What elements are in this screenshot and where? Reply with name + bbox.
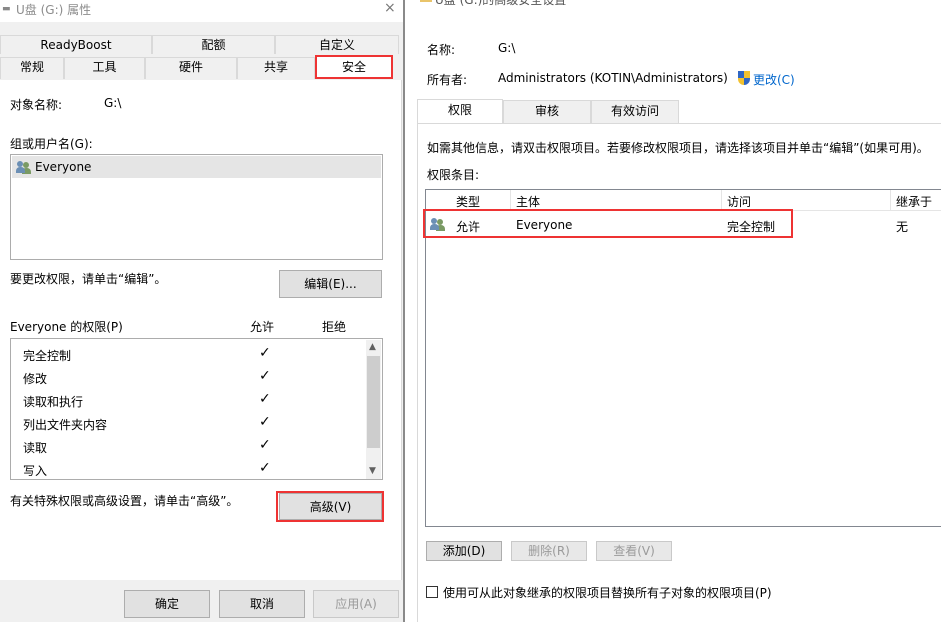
view-button[interactable]: 查看(V): [596, 541, 672, 561]
edit-button[interactable]: 编辑(E)...: [279, 270, 382, 298]
uac-shield-icon: [738, 71, 750, 85]
permission-entries-list[interactable]: 类型 主体 访问 继承于 允许 Everyone 完全控制 无: [425, 189, 941, 527]
permission-row: 读取 ✓: [23, 435, 363, 458]
permission-row: 完全控制 ✓: [23, 343, 363, 366]
allow-check-icon: ✓: [259, 368, 271, 384]
object-name-label: 对象名称:: [10, 98, 63, 112]
permission-name: 读取: [23, 441, 48, 455]
scroll-down-icon[interactable]: ▼: [369, 466, 376, 476]
properties-title-bar: ▬ U盘 (G:) 属性 ×: [0, 0, 403, 22]
tab-auditing[interactable]: 审核: [503, 100, 591, 123]
allow-check-icon: ✓: [259, 414, 271, 430]
column-type[interactable]: 类型: [456, 193, 480, 210]
column-separator: [721, 190, 722, 211]
owner-label: 所有者:: [427, 73, 468, 87]
scroll-thumb[interactable]: [367, 356, 380, 448]
tab-general[interactable]: 常规: [0, 57, 64, 79]
permissions-list: 完全控制 ✓ 修改 ✓ 读取和执行 ✓ 列出文件夹内容 ✓ 读取 ✓ 写入 ✓: [10, 338, 383, 480]
permission-name: 完全控制: [23, 349, 72, 363]
tab-customize[interactable]: 自定义: [275, 35, 399, 54]
object-name-value: G:\: [104, 96, 122, 110]
tab-row-top: ReadyBoost 配额 自定义: [0, 35, 399, 54]
tab-quota[interactable]: 配额: [152, 35, 275, 54]
tab-row-bottom: 常规 工具 硬件 共享 安全: [0, 55, 393, 79]
deny-header: 拒绝: [322, 320, 347, 334]
allow-check-icon: ✓: [259, 391, 271, 407]
replace-checkbox[interactable]: [426, 586, 438, 598]
allow-header: 允许: [250, 320, 275, 334]
ok-button[interactable]: 确定: [124, 590, 210, 618]
permission-name: 列出文件夹内容: [23, 418, 108, 432]
tab-readyboost[interactable]: ReadyBoost: [0, 35, 152, 54]
group-item-everyone[interactable]: Everyone: [12, 156, 381, 178]
column-separator: [890, 190, 891, 211]
permission-row: 读取和执行 ✓: [23, 389, 363, 412]
tab-tools[interactable]: 工具: [64, 57, 145, 79]
users-icon: [16, 160, 32, 174]
advanced-hint: 有关特殊权限或高级设置，请单击“高级”。: [10, 494, 239, 508]
owner-value: Administrators (KOTIN\Administrators): [498, 71, 728, 85]
add-button[interactable]: 添加(D): [426, 541, 502, 561]
remove-button[interactable]: 删除(R): [511, 541, 587, 561]
close-icon[interactable]: ×: [384, 0, 396, 16]
tab-effective-access[interactable]: 有效访问: [591, 100, 679, 123]
permission-name: 写入: [23, 464, 48, 478]
highlight-box: [276, 491, 384, 522]
group-item-label: Everyone: [35, 160, 92, 174]
permissions-scrollbar[interactable]: ▲ ▼: [366, 340, 381, 479]
allow-check-icon: ✓: [259, 437, 271, 453]
group-list[interactable]: Everyone: [10, 154, 383, 260]
dialog-footer: 确定 取消 应用(A): [0, 580, 403, 622]
permission-row: 列出文件夹内容 ✓: [23, 412, 363, 435]
highlight-box: [423, 209, 793, 238]
group-label: 组或用户名(G):: [10, 137, 93, 151]
tab-hardware[interactable]: 硬件: [145, 57, 237, 79]
tab-security[interactable]: 安全: [315, 55, 393, 79]
change-owner-link[interactable]: 更改(C): [753, 71, 795, 88]
advanced-title: U盘 (G:)的高级安全设置: [435, 0, 567, 7]
permission-name: 读取和执行: [23, 395, 84, 409]
column-principal[interactable]: 主体: [516, 193, 540, 210]
info-text: 如需其他信息，请双击权限项目。若要修改权限项目，请选择该项目并单击“编辑”(如果…: [427, 141, 929, 155]
properties-title: U盘 (G:) 属性: [16, 3, 92, 17]
allow-check-icon: ✓: [259, 345, 271, 361]
replace-checkbox-label: 使用可从此对象继承的权限项目替换所有子对象的权限项目(P): [443, 586, 772, 600]
entry-inherited: 无: [896, 220, 909, 234]
entries-header: 类型 主体 访问 继承于: [426, 190, 941, 211]
tab-sharing[interactable]: 共享: [237, 57, 315, 79]
permission-row: 写入 ✓: [23, 458, 363, 481]
name-label: 名称:: [427, 43, 456, 57]
column-separator: [510, 190, 511, 211]
allow-check-icon: ✓: [259, 460, 271, 476]
edit-hint: 要更改权限，请单击“编辑”。: [10, 272, 167, 286]
cancel-button[interactable]: 取消: [219, 590, 305, 618]
drive-icon: ▬: [2, 4, 11, 14]
folder-icon: [420, 0, 432, 2]
entries-label: 权限条目:: [427, 168, 480, 182]
tab-permissions[interactable]: 权限: [417, 99, 503, 124]
permission-name: 修改: [23, 372, 48, 386]
properties-dialog: ▬ U盘 (G:) 属性 × ReadyBoost 配额 自定义 常规 工具 硬…: [0, 0, 403, 622]
permissions-header: Everyone 的权限(P): [10, 320, 123, 334]
apply-button[interactable]: 应用(A): [313, 590, 399, 618]
column-access[interactable]: 访问: [727, 193, 751, 210]
column-inherited[interactable]: 继承于: [896, 193, 932, 210]
advanced-security-window: U盘 (G:)的高级安全设置 名称: G:\ 所有者: Administrato…: [405, 0, 941, 622]
permission-row: 修改 ✓: [23, 366, 363, 389]
name-value: G:\: [498, 41, 516, 55]
scroll-up-icon[interactable]: ▲: [369, 342, 376, 352]
advanced-title-bar: U盘 (G:)的高级安全设置: [405, 0, 941, 10]
